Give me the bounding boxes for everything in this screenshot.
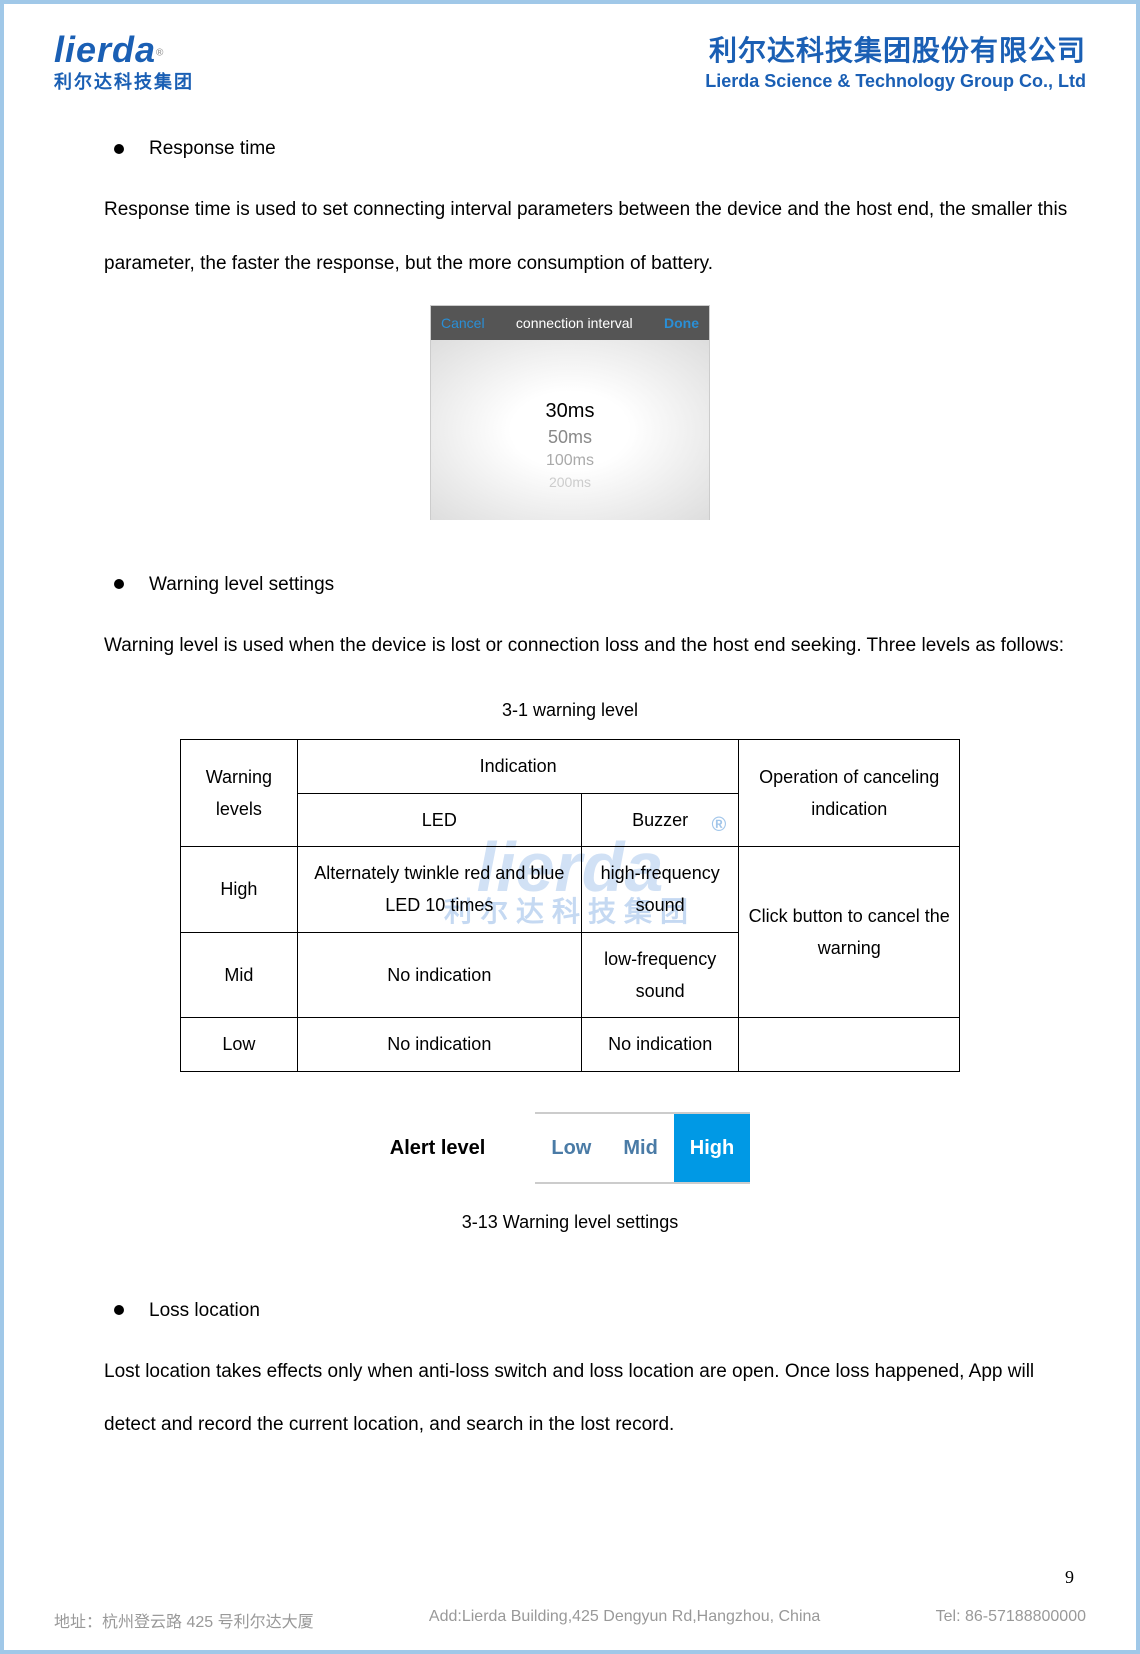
alert-level-buttons: Low Mid High bbox=[535, 1112, 750, 1184]
table-cell: Click button to cancel the warning bbox=[739, 846, 960, 1018]
table-wrapper: ® lierda 利尔达科技集团 3-1 warning level Warni… bbox=[64, 687, 1076, 1072]
bullet-icon bbox=[114, 1305, 124, 1315]
table-cell bbox=[739, 1018, 960, 1071]
table-cell: High bbox=[181, 846, 298, 932]
section-title-loss-location: Loss location bbox=[114, 1286, 1076, 1335]
response-time-paragraph: Response time is used to set connecting … bbox=[64, 183, 1076, 289]
table-cell: Low bbox=[181, 1018, 298, 1071]
table-cell: Mid bbox=[181, 932, 298, 1018]
picker-title: connection interval bbox=[516, 305, 633, 341]
table-header: Operation of canceling indication bbox=[739, 740, 960, 847]
alert-mid-button[interactable]: Mid bbox=[607, 1114, 673, 1182]
bullet-icon bbox=[114, 579, 124, 589]
table-cell: high-frequency sound bbox=[581, 846, 739, 932]
cancel-button[interactable]: Cancel bbox=[441, 305, 485, 341]
warning-level-paragraph: Warning level is used when the device is… bbox=[64, 619, 1076, 672]
table-cell: No indication bbox=[297, 932, 581, 1018]
section-title-text: Response time bbox=[149, 124, 276, 173]
table-header: Buzzer bbox=[581, 793, 739, 846]
alert-level-label: Alert level bbox=[390, 1122, 486, 1174]
footer-tel: Tel: 86-57188800000 bbox=[936, 1608, 1086, 1632]
table-cell: Alternately twinkle red and blue LED 10 … bbox=[297, 846, 581, 932]
warning-level-table: Warning levels Indication Operation of c… bbox=[180, 739, 960, 1072]
table-caption: 3-1 warning level bbox=[64, 687, 1076, 734]
table-header: LED bbox=[297, 793, 581, 846]
section-title-text: Warning level settings bbox=[149, 560, 334, 609]
company-name-block: 利尔达科技集团股份有限公司 Lierda Science & Technolog… bbox=[705, 29, 1086, 92]
alert-low-button[interactable]: Low bbox=[535, 1114, 607, 1182]
main-content: Response time Response time is used to s… bbox=[54, 124, 1086, 1451]
table-cell: low-frequency sound bbox=[581, 932, 739, 1018]
table-cell: No indication bbox=[581, 1018, 739, 1071]
bullet-icon bbox=[114, 144, 124, 154]
section-title-response-time: Response time bbox=[114, 124, 1076, 173]
figure-caption: 3-13 Warning level settings bbox=[64, 1199, 1076, 1246]
logo-subtitle: 利尔达科技集团 bbox=[54, 68, 194, 94]
company-name-en: Lierda Science & Technology Group Co., L… bbox=[705, 71, 1086, 92]
picker-option[interactable]: 100ms bbox=[546, 450, 594, 472]
page-number: 9 bbox=[1065, 1567, 1074, 1588]
picker-header: Cancel connection interval Done bbox=[431, 306, 709, 340]
page-footer: 地址：杭州登云路 425 号利尔达大厦 Add:Lierda Building,… bbox=[54, 1608, 1086, 1632]
alert-level-selector: Alert level Low Mid High bbox=[64, 1112, 1076, 1184]
page-header: lierda® 利尔达科技集团 利尔达科技集团股份有限公司 Lierda Sci… bbox=[54, 29, 1086, 94]
footer-address-cn: 地址：杭州登云路 425 号利尔达大厦 bbox=[54, 1608, 314, 1632]
logo-block: lierda® 利尔达科技集团 bbox=[54, 29, 194, 94]
trademark-icon: ® bbox=[156, 48, 163, 59]
alert-high-button[interactable]: High bbox=[674, 1114, 750, 1182]
picker-option[interactable]: 50ms bbox=[548, 425, 592, 450]
connection-interval-screenshot: Cancel connection interval Done 30ms 50m… bbox=[430, 305, 710, 520]
table-header: Indication bbox=[297, 740, 739, 793]
done-button[interactable]: Done bbox=[664, 305, 699, 341]
section-title-warning-level: Warning level settings bbox=[114, 560, 1076, 609]
picker-option[interactable]: 30ms bbox=[546, 397, 595, 425]
company-name-cn: 利尔达科技集团股份有限公司 bbox=[705, 29, 1086, 69]
section-title-text: Loss location bbox=[149, 1286, 260, 1335]
picker-body[interactable]: 30ms 50ms 100ms 200ms bbox=[431, 340, 709, 520]
logo-text: lierda bbox=[54, 29, 156, 70]
picker-option[interactable]: 200ms bbox=[549, 473, 591, 493]
table-header: Warning levels bbox=[181, 740, 298, 847]
loss-location-paragraph: Lost location takes effects only when an… bbox=[64, 1345, 1076, 1451]
table-cell: No indication bbox=[297, 1018, 581, 1071]
footer-address-en: Add:Lierda Building,425 Dengyun Rd,Hangz… bbox=[429, 1608, 820, 1632]
